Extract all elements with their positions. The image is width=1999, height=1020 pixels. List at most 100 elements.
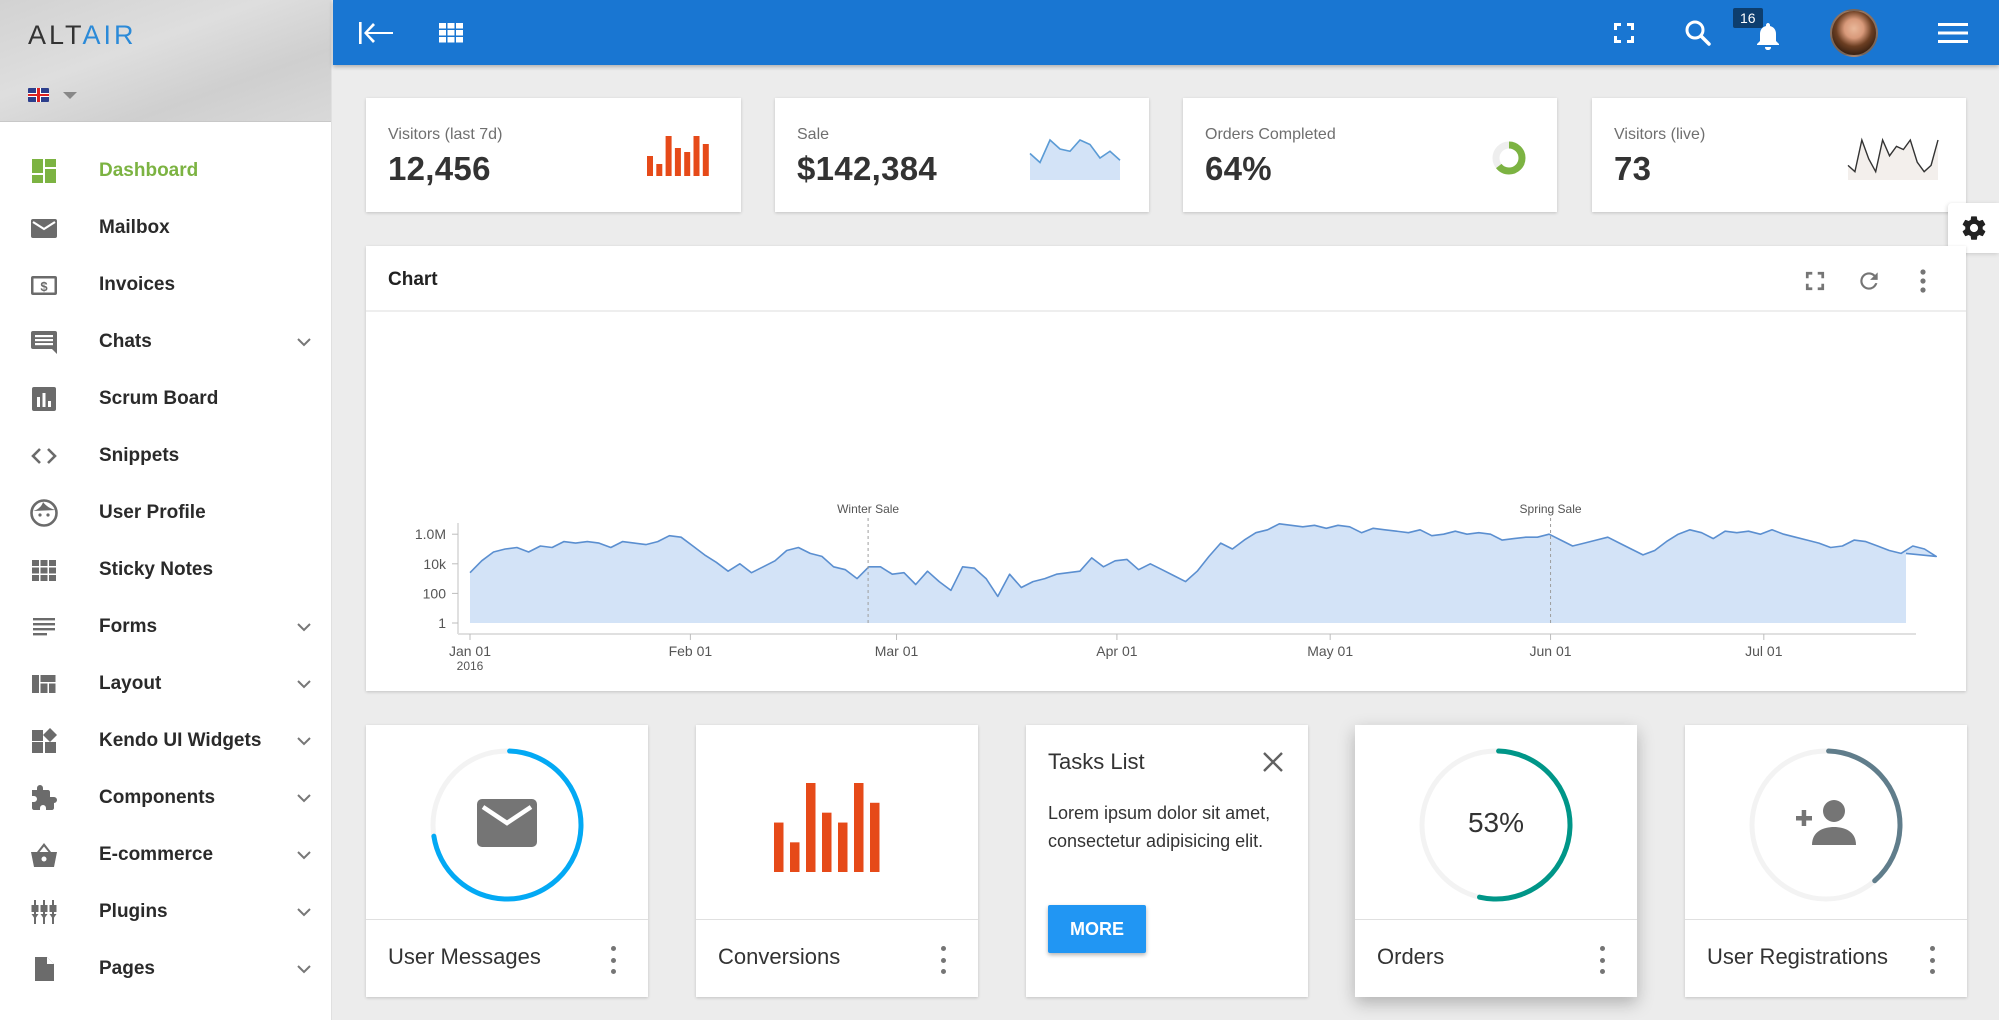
more-vertical-icon[interactable] <box>1597 946 1607 974</box>
tasks-text: Lorem ipsum dolor sit amet, consectetur … <box>1048 803 1271 851</box>
sidebar-item-layout[interactable]: Layout <box>0 655 331 712</box>
chevron-down-icon[interactable] <box>295 960 313 978</box>
main-menu-button[interactable] <box>1931 0 1975 65</box>
chevron-down-icon[interactable] <box>295 618 313 636</box>
chart-refresh-button[interactable] <box>1856 268 1882 294</box>
chevron-down-icon[interactable] <box>295 903 313 921</box>
sidebar-item-sticky-notes[interactable]: Sticky Notes <box>0 541 331 598</box>
logo-text-dark: ALT <box>28 20 83 50</box>
x-tick-label: Feb 01 <box>669 643 713 659</box>
spark-bar <box>674 148 681 176</box>
sidebar-item-plugins[interactable]: Plugins <box>0 883 331 940</box>
sidebar-item-dashboard[interactable]: Dashboard <box>0 142 331 199</box>
chevron-down-icon[interactable] <box>295 675 313 693</box>
sidebar-item-label: Scrum Board <box>99 387 219 409</box>
close-icon[interactable] <box>1260 749 1286 775</box>
chevron-down-icon[interactable] <box>295 789 313 807</box>
sidebar-item-label: User Profile <box>99 501 206 523</box>
notification-badge: 16 <box>1733 8 1763 28</box>
sidebar-item-kendo-ui-widgets[interactable]: Kendo UI Widgets <box>0 712 331 769</box>
chart-panel: Chart 1 100 10k 1.0M Winter Sale Spring Sale J… <box>366 246 1966 691</box>
sidebar-item-forms[interactable]: Forms <box>0 598 331 655</box>
language-selector[interactable] <box>28 88 77 102</box>
gear-icon <box>1962 216 1985 240</box>
sidebar-item-components[interactable]: Components <box>0 769 331 826</box>
chart-panel-actions <box>1802 268 1936 294</box>
basket-icon <box>29 840 59 870</box>
stat-card-sale: Sale $142,384 <box>775 98 1149 212</box>
sidebar-header: ALTAIR <box>0 0 331 122</box>
apps-grid-button[interactable] <box>429 0 473 65</box>
card-body: 53% <box>1355 725 1637 920</box>
x-tick-label: May 01 <box>1307 643 1353 659</box>
stat-card-orders-completed: Orders Completed 64% <box>1183 98 1557 212</box>
chevron-down-icon[interactable] <box>295 846 313 864</box>
card-footer: Orders <box>1355 920 1637 997</box>
card-title: User Messages <box>388 944 541 969</box>
user-avatar-button[interactable] <box>1827 0 1881 65</box>
more-vertical-icon[interactable] <box>608 946 618 974</box>
more-vertical-icon[interactable] <box>1927 946 1937 974</box>
stat-value: 73 <box>1614 150 1652 187</box>
chevron-down-icon[interactable] <box>295 333 313 351</box>
card-body <box>1685 725 1967 920</box>
widgets-icon <box>29 726 59 756</box>
sidebar-item-e-commerce[interactable]: E-commerce <box>0 826 331 883</box>
stat-card-visitors-7d: Visitors (last 7d) 12,456 <box>366 98 741 212</box>
sidebar-item-chats[interactable]: Chats <box>0 313 331 370</box>
stat-value: 12,456 <box>388 150 491 187</box>
sidebar-item-label: Components <box>99 786 216 808</box>
sidebar-item-scrum-board[interactable]: Scrum Board <box>0 370 331 427</box>
stat-value: 64% <box>1205 150 1272 187</box>
spark-bar <box>665 136 672 176</box>
fullscreen-button[interactable] <box>1604 0 1644 65</box>
sidebar-menu: Dashboard Mailbox $ Invoices Chats Scrum Boar… <box>0 122 331 997</box>
sidebar-item-mailbox[interactable]: Mailbox <box>0 199 331 256</box>
search-button[interactable] <box>1676 0 1720 65</box>
card-orders: 53% Orders <box>1355 725 1637 997</box>
more-vertical-icon <box>1920 269 1926 293</box>
chart-more-button[interactable] <box>1910 268 1936 294</box>
top-bar: 16 <box>333 0 1999 65</box>
sidebar-item-label: Snippets <box>99 444 180 466</box>
visits-area-chart: 1 100 10k 1.0M Winter Sale Spring Sale Jan 012… <box>415 502 1937 673</box>
sidebar-item-label: Layout <box>99 672 162 694</box>
notifications-button[interactable]: 16 <box>1733 0 1793 65</box>
ring-center <box>366 725 648 920</box>
visitors-sparkline-bars <box>647 136 709 176</box>
y-tick-label: 10k <box>423 556 447 572</box>
chart-panel-header: Chart <box>366 246 1966 312</box>
chat-icon <box>29 327 59 357</box>
conversion-bar <box>870 802 880 872</box>
chart-fullscreen-button[interactable] <box>1802 268 1828 294</box>
more-button[interactable]: MORE <box>1048 905 1146 953</box>
code-icon <box>29 441 59 471</box>
sidebar-item-invoices[interactable]: $ Invoices <box>0 256 331 313</box>
stat-label: Visitors (last 7d) <box>388 126 503 143</box>
card-body <box>696 725 978 920</box>
logo-text-accent: AIR <box>82 20 137 50</box>
orders-percent: 53% <box>1467 806 1525 838</box>
spark-bar <box>702 144 709 176</box>
sidebar-item-label: Kendo UI Widgets <box>99 729 262 751</box>
stat-value: $142,384 <box>797 150 938 187</box>
sidebar-item-user-profile[interactable]: User Profile <box>0 484 331 541</box>
avatar <box>1830 8 1878 57</box>
card-user-registrations: User Registrations <box>1685 725 1967 997</box>
sidebar-item-pages[interactable]: Pages <box>0 940 331 997</box>
more-vertical-icon[interactable] <box>938 946 948 974</box>
sidebar-item-label: Plugins <box>99 900 168 922</box>
x-tick-label: Apr 01 <box>1096 643 1137 659</box>
forms-icon <box>29 612 59 642</box>
sidebar-item-label: Chats <box>99 330 152 352</box>
logo[interactable]: ALTAIR <box>28 20 137 51</box>
live-visitors-sparkline <box>1847 137 1939 180</box>
card-footer: User Registrations <box>1685 920 1967 997</box>
sidebar-item-label: Forms <box>99 615 158 637</box>
sidebar-item-snippets[interactable]: Snippets <box>0 427 331 484</box>
spark-bar <box>656 164 663 176</box>
page-icon <box>29 954 59 984</box>
annotation-label: Winter Sale <box>837 502 899 516</box>
collapse-sidebar-button[interactable] <box>355 0 399 65</box>
chevron-down-icon[interactable] <box>295 732 313 750</box>
